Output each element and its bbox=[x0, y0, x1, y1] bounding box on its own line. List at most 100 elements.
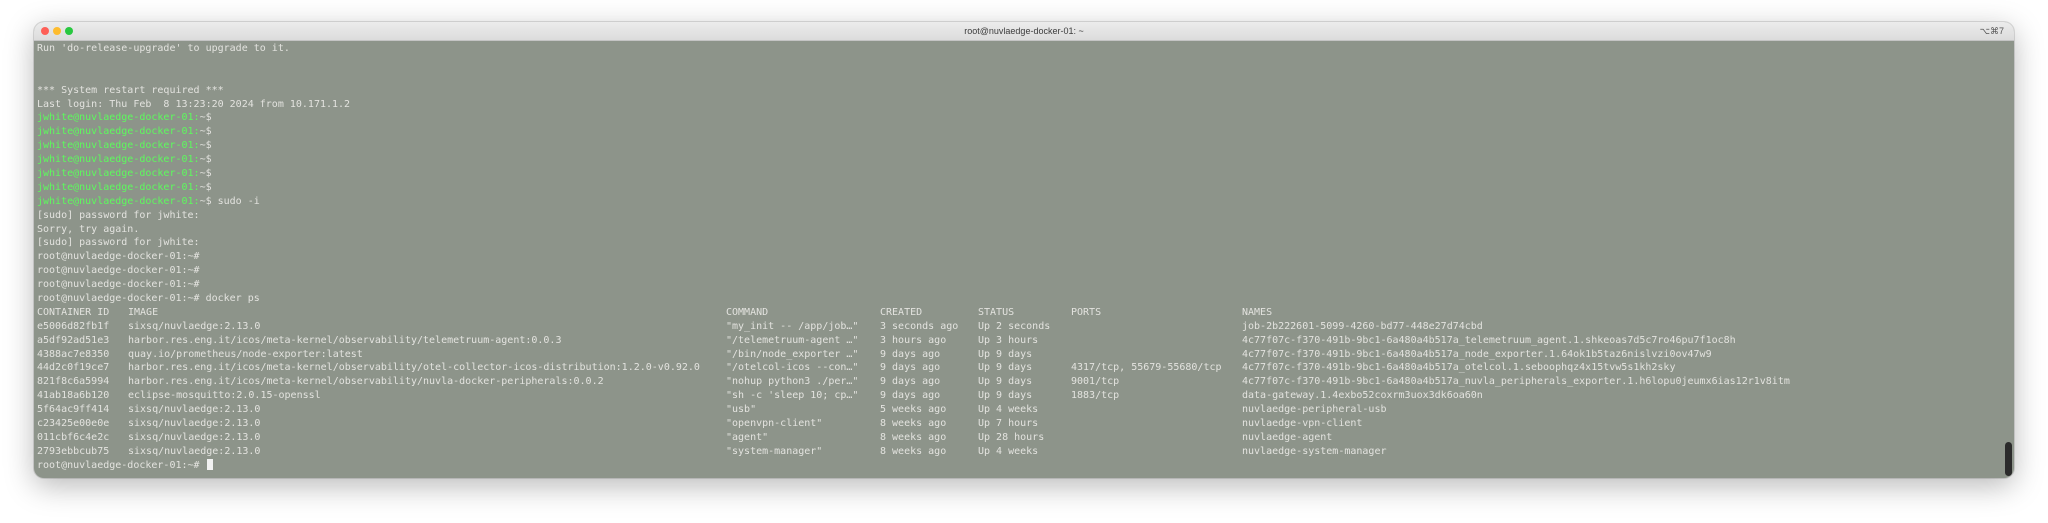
table-row: e5006d82fb1f sixsq/nuvlaedge:2.13.0 "my_in… bbox=[37, 320, 2000, 334]
shell-prompt: jwhite@nuvlaedge-docker-01: bbox=[37, 168, 200, 180]
table-row: 41ab18a6b120 eclipse-mosquitto:2.0.15-ope… bbox=[37, 389, 2000, 403]
output-text: Sorry, try again. bbox=[37, 223, 140, 235]
table-cell: 5f64ac9ff414 bbox=[37, 404, 110, 416]
table-cell: Up 28 hours bbox=[978, 431, 1045, 443]
terminal-line: root@nuvlaedge-docker-01:~# docker ps bbox=[37, 292, 2000, 306]
window-shortcut: ⌥⌘7 bbox=[1979, 26, 2004, 36]
table-cell: sixsq/nuvlaedge:2.13.0 bbox=[128, 418, 261, 430]
window-title: root@nuvlaedge-docker-01: ~ bbox=[964, 26, 1084, 36]
table-cell: harbor.res.eng.it/icos/meta-kernel/obser… bbox=[128, 362, 700, 374]
shell-prompt: jwhite@nuvlaedge-docker-01: bbox=[37, 154, 200, 166]
table-cell: 3 seconds ago bbox=[880, 320, 959, 332]
table-cell: "openvpn-client" bbox=[726, 418, 823, 430]
table-cell: Up 9 days bbox=[978, 376, 1033, 388]
terminal-output[interactable]: Run 'do-release-upgrade' to upgrade to i… bbox=[37, 42, 2000, 478]
table-cell: sixsq/nuvlaedge:2.13.0 bbox=[128, 320, 261, 332]
table-cell: "system-manager" bbox=[726, 445, 823, 457]
table-cell: "agent" bbox=[726, 431, 769, 443]
table-cell: 9 days ago bbox=[880, 390, 941, 402]
table-cell: 011cbf6c4e2c bbox=[37, 431, 110, 443]
table-row: 5f64ac9ff414 sixsq/nuvlaedge:2.13.0 "usb" 5… bbox=[37, 403, 2000, 417]
command-text: ~$ bbox=[199, 168, 212, 180]
shell-prompt: jwhite@nuvlaedge-docker-01: bbox=[37, 140, 200, 152]
command-text: ~$ bbox=[199, 154, 212, 166]
shell-prompt: root@nuvlaedge-docker-01:~# bbox=[37, 459, 206, 471]
command-text: ~$ bbox=[199, 181, 212, 193]
table-header-cell: STATUS bbox=[978, 306, 1015, 318]
table-row: 44d2c0f19ce7 harbor.res.eng.it/icos/meta-… bbox=[37, 361, 2000, 375]
terminal-line: [sudo] password for jwhite: bbox=[37, 209, 2000, 223]
table-header-cell: NAMES bbox=[1242, 306, 1273, 318]
title-bar[interactable]: root@nuvlaedge-docker-01: ~ ⌥⌘7 bbox=[34, 22, 2014, 41]
table-cell: "/telemetruum-agent …" bbox=[726, 334, 859, 346]
output-text: *** System restart required *** bbox=[37, 84, 224, 96]
table-cell: Up 2 seconds bbox=[978, 320, 1051, 332]
table-cell: "my_init -- /app/job…" bbox=[726, 320, 859, 332]
output-text: [sudo] password for jwhite: bbox=[37, 237, 200, 249]
table-cell: 4c77f07c-f370-491b-9bc1-6a480a4b517a_nuv… bbox=[1242, 376, 1790, 388]
terminal-window: root@nuvlaedge-docker-01: ~ ⌥⌘7 Run 'do-… bbox=[34, 22, 2014, 478]
table-cell: "/bin/node_exporter …" bbox=[726, 348, 859, 360]
command-text: ~$ bbox=[199, 112, 212, 124]
terminal-line: jwhite@nuvlaedge-docker-01:~$ bbox=[37, 181, 2000, 195]
table-cell: Up 9 days bbox=[978, 362, 1033, 374]
text-cursor bbox=[206, 458, 213, 470]
table-cell: 9 days ago bbox=[880, 376, 941, 388]
terminal-line: jwhite@nuvlaedge-docker-01:~$ bbox=[37, 153, 2000, 167]
table-row: a5df92ad51e3 harbor.res.eng.it/icos/meta-… bbox=[37, 334, 2000, 348]
terminal-line: jwhite@nuvlaedge-docker-01:~$ bbox=[37, 139, 2000, 153]
output-text: root@nuvlaedge-docker-01:~# bbox=[37, 251, 200, 263]
output-text: Run 'do-release-upgrade' to upgrade to i… bbox=[37, 43, 290, 54]
terminal-line: jwhite@nuvlaedge-docker-01:~$ bbox=[37, 111, 2000, 125]
table-cell: harbor.res.eng.it/icos/meta-kernel/obser… bbox=[128, 334, 562, 346]
terminal-line: jwhite@nuvlaedge-docker-01:~$ bbox=[37, 167, 2000, 181]
terminal-line: *** System restart required *** bbox=[37, 84, 2000, 98]
table-header-cell: PORTS bbox=[1071, 306, 1102, 318]
table-cell: nuvlaedge-system-manager bbox=[1242, 445, 1387, 457]
scrollbar-thumb[interactable] bbox=[2005, 442, 2012, 476]
table-header-row: CONTAINER ID IMAGE COMMAND CREATED STATUS POR… bbox=[37, 306, 2000, 320]
table-header-cell: CREATED bbox=[880, 306, 923, 318]
table-cell: "nohup python3 ./per…" bbox=[726, 376, 859, 388]
table-cell: e5006d82fb1f bbox=[37, 320, 110, 332]
table-cell: 9 days ago bbox=[880, 362, 941, 374]
table-row: 821f8c6a5994 harbor.res.eng.it/icos/meta-… bbox=[37, 375, 2000, 389]
terminal-line: Run 'do-release-upgrade' to upgrade to i… bbox=[37, 42, 2000, 56]
table-cell: 9001/tcp bbox=[1071, 376, 1120, 388]
table-cell: 821f8c6a5994 bbox=[37, 376, 110, 388]
output-text: root@nuvlaedge-docker-01:~# bbox=[37, 279, 200, 291]
terminal-line: root@nuvlaedge-docker-01:~# bbox=[37, 458, 2000, 473]
table-cell: 9 days ago bbox=[880, 348, 941, 360]
table-cell: 4388ac7e8350 bbox=[37, 348, 110, 360]
table-header-cell: CONTAINER ID bbox=[37, 306, 110, 318]
output-text: root@nuvlaedge-docker-01:~# docker ps bbox=[37, 293, 260, 305]
command-text: ~$ bbox=[199, 126, 212, 138]
table-cell: 2793ebbcub75 bbox=[37, 445, 110, 457]
table-cell: 3 hours ago bbox=[880, 334, 947, 346]
command-text: ~$ sudo -i bbox=[199, 195, 260, 207]
table-cell: Up 4 weeks bbox=[978, 445, 1039, 457]
table-cell: Up 4 weeks bbox=[978, 404, 1039, 416]
table-cell: 41ab18a6b120 bbox=[37, 390, 110, 402]
table-cell: 4c77f07c-f370-491b-9bc1-6a480a4b517a_tel… bbox=[1242, 334, 1736, 346]
table-cell: Up 9 days bbox=[978, 348, 1033, 360]
table-row: 2793ebbcub75 sixsq/nuvlaedge:2.13.0 "syste… bbox=[37, 445, 2000, 459]
table-cell: sixsq/nuvlaedge:2.13.0 bbox=[128, 431, 261, 443]
shell-prompt: jwhite@nuvlaedge-docker-01: bbox=[37, 112, 200, 124]
shell-prompt: jwhite@nuvlaedge-docker-01: bbox=[37, 195, 200, 207]
table-header-cell: IMAGE bbox=[128, 306, 159, 318]
table-row: 011cbf6c4e2c sixsq/nuvlaedge:2.13.0 "agent… bbox=[37, 431, 2000, 445]
table-cell: harbor.res.eng.it/icos/meta-kernel/obser… bbox=[128, 376, 604, 388]
table-cell: sixsq/nuvlaedge:2.13.0 bbox=[128, 404, 261, 416]
output-text: Last login: Thu Feb 8 13:23:20 2024 from… bbox=[37, 98, 351, 110]
terminal-line: root@nuvlaedge-docker-01:~# bbox=[37, 264, 2000, 278]
table-cell: Up 9 days bbox=[978, 390, 1033, 402]
table-cell: job-2b222601-5099-4260-bd77-448e27d74cbd bbox=[1242, 320, 1483, 332]
terminal-line: Last login: Thu Feb 8 13:23:20 2024 from… bbox=[37, 98, 2000, 112]
table-cell: "usb" bbox=[726, 404, 757, 416]
table-header-cell: COMMAND bbox=[726, 306, 769, 318]
shell-prompt: jwhite@nuvlaedge-docker-01: bbox=[37, 181, 200, 193]
table-cell: 4c77f07c-f370-491b-9bc1-6a480a4b517a_nod… bbox=[1242, 348, 1712, 360]
